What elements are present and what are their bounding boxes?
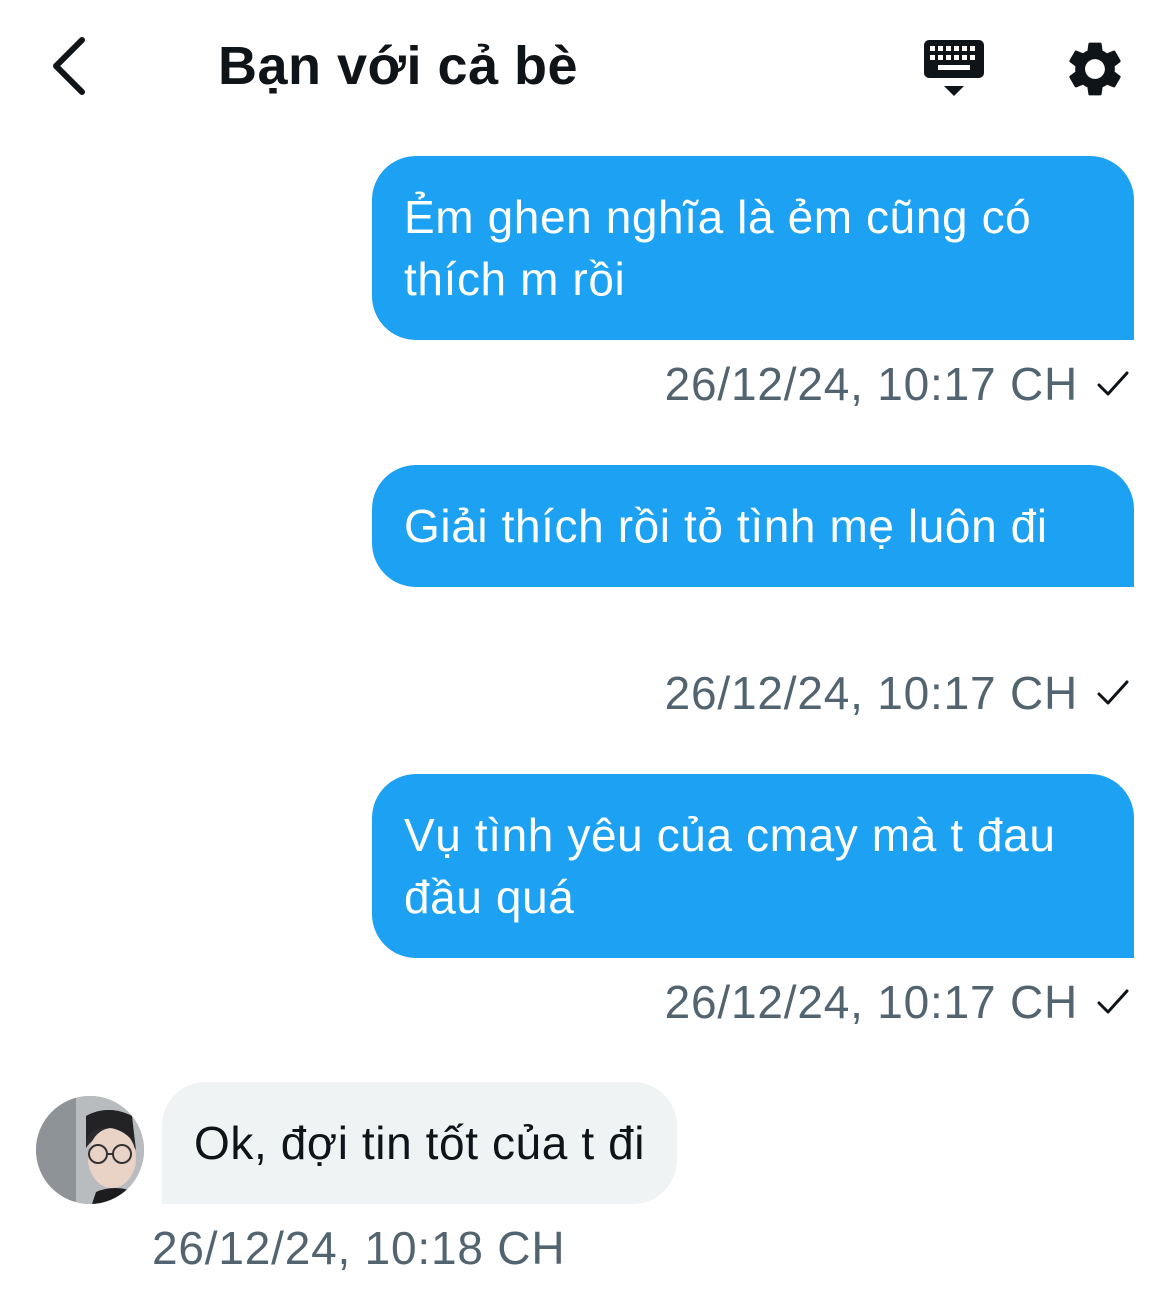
message-timestamp: 26/12/24, 10:17 CH	[664, 976, 1078, 1028]
message-meta: 26/12/24, 10:17 CH	[665, 354, 1130, 414]
message-timestamp: 26/12/24, 10:17 CH	[664, 358, 1078, 410]
checkmark-icon	[1097, 680, 1129, 705]
sent-message-bubble[interactable]: Vụ tình yêu của cmay mà t đau đầu quá	[372, 774, 1134, 958]
message-text: Ok, đợi tin tốt của t đi	[194, 1117, 646, 1169]
avatar-photo	[36, 1096, 144, 1204]
checkmark-icon	[1097, 989, 1129, 1014]
sent-message-bubble[interactable]: Giải thích rồi tỏ tình mẹ luôn đi	[372, 465, 1134, 587]
settings-button[interactable]	[1062, 36, 1134, 102]
gear-icon	[1069, 42, 1121, 96]
sent-message-bubble[interactable]: Ẻm ghen nghĩa là ẻm cũng có thích m rồi	[372, 156, 1134, 340]
message-timestamp: 26/12/24, 10:18 CH	[152, 1222, 566, 1274]
message-text: Vụ tình yêu của cmay mà t đau đầu quá	[404, 809, 1056, 923]
chevron-left-icon	[53, 37, 85, 95]
keyboard-button[interactable]	[918, 34, 990, 102]
message-text: Ẻm ghen nghĩa là ẻm cũng có thích m rồi	[404, 191, 1032, 305]
message-meta: 26/12/24, 10:17 CH	[665, 663, 1130, 723]
keyboard-icon	[924, 40, 984, 96]
checkmark-icon	[1097, 371, 1129, 396]
received-message-bubble[interactable]: Ok, đợi tin tốt của t đi	[162, 1082, 678, 1204]
conversation-title: Bạn với cả bè	[218, 36, 579, 96]
message-timestamp: 26/12/24, 10:17 CH	[664, 667, 1078, 719]
chat-header: Bạn với cả bè	[0, 0, 1170, 130]
message-meta: 26/12/24, 10:17 CH	[665, 972, 1130, 1032]
back-button[interactable]	[38, 30, 98, 102]
message-text: Giải thích rồi tỏ tình mẹ luôn đi	[404, 500, 1048, 552]
avatar[interactable]	[36, 1096, 144, 1204]
